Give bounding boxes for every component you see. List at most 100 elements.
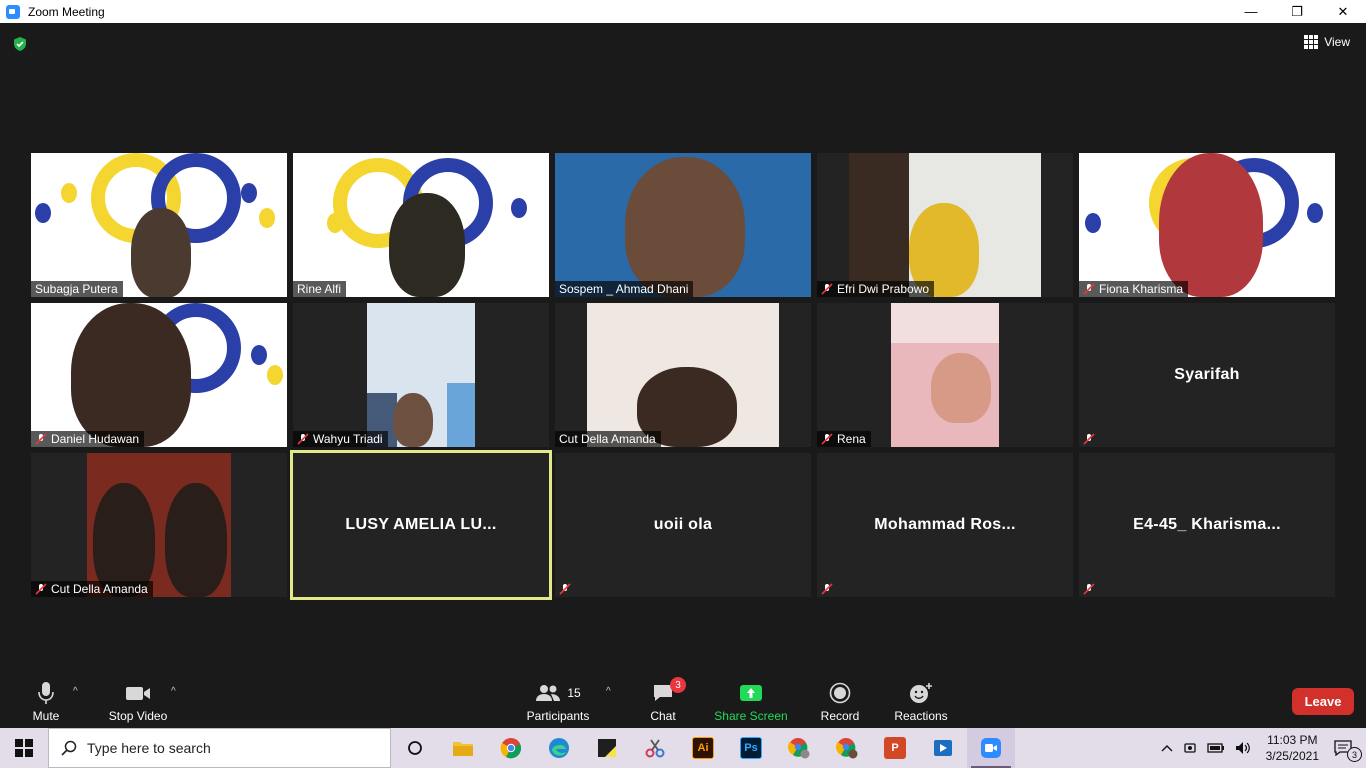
mic-muted-icon [1083,433,1095,445]
participant-name-tag: Efri Dwi Prabowo [817,281,935,297]
chevron-up-icon[interactable] [1156,744,1178,752]
video-feed [31,153,287,297]
restore-button[interactable]: ❐ [1274,0,1320,23]
mute-label: Mute [32,709,60,723]
leave-button[interactable]: Leave [1292,688,1354,715]
mic-muted-icon [1083,283,1095,295]
video-options-caret-icon[interactable]: ^ [171,686,176,697]
participant-name: Subagja Putera [35,282,118,296]
edge-app[interactable] [535,728,583,768]
video-feed [587,303,779,447]
chrome-profile-app[interactable] [775,728,823,768]
video-feed [87,453,231,597]
participant-tile[interactable]: Rine Alfi [293,153,549,297]
start-button[interactable] [0,728,48,768]
video-feed [293,153,549,297]
reactions-button[interactable]: Reactions [893,675,949,728]
action-center-button[interactable]: 3 [1329,740,1366,762]
illustrator-app[interactable]: Ai [679,728,727,768]
participant-tile[interactable]: Wahyu Triadi [293,303,549,447]
window-controls: — ❐ ✕ [1228,0,1366,23]
participant-name-tag: Fiona Kharisma [1079,281,1189,297]
participant-name: Fiona Kharisma [1099,282,1184,296]
chrome-profile-icon [836,738,858,759]
participant-tile[interactable]: uoii ola [555,453,811,597]
chat-unread-badge: 3 [670,677,686,693]
mic-muted-icon [35,583,47,595]
record-icon [829,682,851,704]
participant-name-tag [817,581,838,597]
close-button[interactable]: ✕ [1320,0,1366,23]
shield-icon[interactable] [12,36,28,52]
participant-center-name: E4-45_ Kharisma... [1133,516,1281,533]
meeting-area: View Subagja Putera Rine Alfi Sospem _ A… [0,23,1366,675]
taskbar-search-box[interactable]: Type here to search [48,728,391,768]
title-bar: Zoom Meeting — ❐ ✕ [0,0,1366,23]
participant-tile[interactable]: Daniel Hudawan [31,303,287,447]
participant-tile[interactable]: Sospem _ Ahmad Dhani [555,153,811,297]
mic-muted-icon [821,283,833,295]
meet-now-icon[interactable] [1178,741,1202,755]
taskbar-clock[interactable]: 11:03 PM 3/25/2021 [1256,732,1329,764]
active-speaker-tile[interactable]: LUSY AMELIA LU... [290,450,552,600]
participant-tile[interactable]: E4-45_ Kharisma... [1079,453,1335,597]
view-button[interactable]: View [1304,35,1350,49]
share-screen-label: Share Screen [714,709,788,723]
sticky-notes-app[interactable] [583,728,631,768]
participants-icon [536,685,561,701]
reactions-label: Reactions [894,709,948,723]
windows-logo-icon [15,739,33,757]
record-button[interactable]: Record [818,675,862,728]
zoom-app-icon [6,4,20,19]
task-view-button[interactable] [391,728,439,768]
chrome-profile-app-2[interactable] [823,728,871,768]
clock-date: 3/25/2021 [1265,749,1319,763]
battery-icon[interactable] [1202,742,1230,754]
share-screen-icon [740,685,762,701]
participant-name: Wahyu Triadi [313,432,383,446]
media-player-app[interactable] [919,728,967,768]
participant-name-tag [555,581,576,597]
share-screen-button[interactable]: Share Screen [712,675,790,728]
microphone-icon [38,682,54,704]
video-feed [891,303,999,447]
chrome-app[interactable] [487,728,535,768]
participant-name-tag: Sospem _ Ahmad Dhani [555,281,694,297]
participant-tile[interactable]: Cut Della Amanda [555,303,811,447]
stop-video-button[interactable]: Stop Video [104,675,172,728]
notification-count: 3 [1347,747,1362,762]
powerpoint-app[interactable]: P [871,728,919,768]
video-feed [31,303,287,447]
speaker-icon[interactable] [1230,741,1256,755]
participant-tile[interactable]: Syarifah [1079,303,1335,447]
participants-button[interactable]: 15 Participants [522,675,594,728]
photoshop-icon: Ps [740,737,762,759]
participant-name-tag: Rena [817,431,871,447]
participant-name-tag: Wahyu Triadi [293,431,388,447]
folder-icon [453,742,473,756]
participant-tile[interactable]: Efri Dwi Prabowo [817,153,1073,297]
participant-tile[interactable]: Mohammad Ros... [817,453,1073,597]
participant-name-tag: Cut Della Amanda [555,431,661,447]
participant-name: Rena [837,432,866,446]
zoom-taskbar-app[interactable] [967,728,1015,768]
mic-muted-icon [1083,583,1095,595]
file-explorer-app[interactable] [439,728,487,768]
chrome-icon [500,738,521,759]
photoshop-app[interactable]: Ps [727,728,775,768]
meeting-toolbar: Mute ^ Stop Video ^ 15 Participants ^ 3 … [0,675,1366,728]
participant-center-name: Mohammad Ros... [874,516,1016,533]
snipping-tool-app[interactable] [631,728,679,768]
chat-button[interactable]: 3 Chat [645,675,686,728]
mic-muted-icon [559,583,571,595]
participant-tile[interactable]: Rena [817,303,1073,447]
minimize-button[interactable]: — [1228,0,1274,23]
participant-tile[interactable]: Fiona Kharisma [1079,153,1335,297]
grid-view-icon [1304,35,1319,49]
participants-options-caret-icon[interactable]: ^ [606,686,611,697]
participant-tile[interactable]: Cut Della Amanda [31,453,287,597]
mute-button[interactable]: Mute [28,675,64,728]
mute-options-caret-icon[interactable]: ^ [73,686,78,697]
zoom-icon [981,738,1001,758]
participant-tile[interactable]: Subagja Putera [31,153,287,297]
